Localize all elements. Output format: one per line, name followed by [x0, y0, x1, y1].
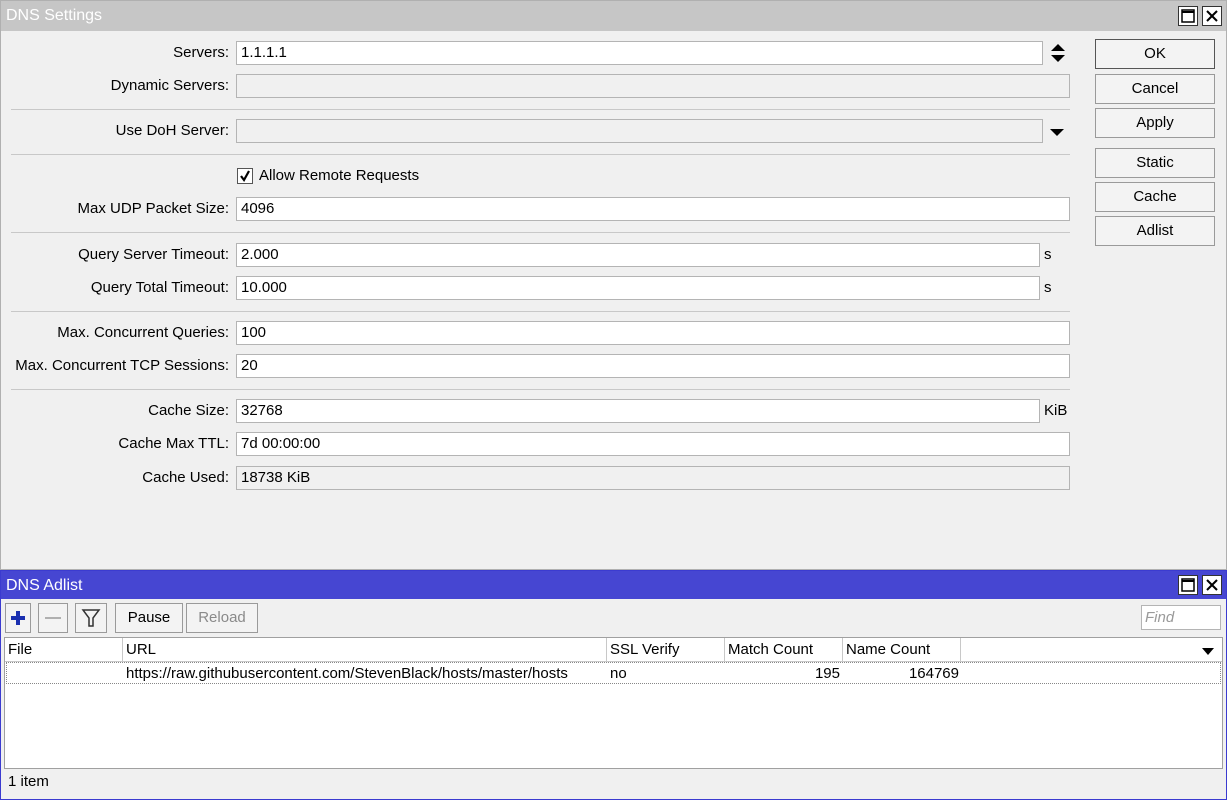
filter-icon — [81, 609, 101, 627]
remove-button[interactable] — [38, 603, 68, 633]
dynamic-servers-field — [236, 74, 1070, 98]
close-icon[interactable] — [1202, 575, 1222, 595]
maximize-icon[interactable] — [1178, 6, 1198, 26]
divider — [11, 311, 1070, 312]
cell-name-count: 164769 — [908, 665, 959, 682]
filter-button[interactable] — [75, 603, 107, 633]
window-title: DNS Settings — [6, 7, 103, 24]
divider — [11, 389, 1070, 390]
dns-settings-window: DNS Settings Servers: 1.1.1.1 Dynamic Se… — [0, 0, 1227, 570]
ok-button[interactable]: OK — [1095, 39, 1215, 69]
dropdown-arrow-icon[interactable] — [1049, 125, 1065, 137]
column-header-file[interactable]: File — [5, 638, 123, 662]
query-server-timeout-input[interactable]: 2.000 — [236, 243, 1040, 267]
query-server-timeout-unit: s — [1044, 246, 1052, 263]
cache-used-field: 18738 KiB — [236, 466, 1070, 490]
cache-button[interactable]: Cache — [1095, 182, 1215, 212]
max-concurrent-queries-label: Max. Concurrent Queries: — [57, 324, 229, 341]
query-total-timeout-input[interactable]: 10.000 — [236, 276, 1040, 300]
add-button[interactable] — [5, 603, 31, 633]
checkmark-icon — [240, 170, 250, 183]
column-dropdown-icon[interactable] — [1201, 644, 1215, 656]
max-concurrent-tcp-sessions-input[interactable]: 20 — [236, 354, 1070, 378]
dns-adlist-window: DNS Adlist Pause Reload Find File URL SS… — [0, 570, 1227, 800]
divider — [11, 109, 1070, 110]
max-concurrent-queries-input[interactable]: 100 — [236, 321, 1070, 345]
divider — [11, 154, 1070, 155]
allow-remote-requests-checkbox[interactable] — [237, 168, 253, 184]
find-input[interactable]: Find — [1141, 605, 1221, 630]
close-icon[interactable] — [1202, 6, 1222, 26]
servers-input[interactable]: 1.1.1.1 — [236, 41, 1043, 65]
maximize-icon[interactable] — [1178, 575, 1198, 595]
reload-button[interactable]: Reload — [186, 603, 258, 633]
static-button[interactable]: Static — [1095, 148, 1215, 178]
cell-url: https://raw.githubusercontent.com/Steven… — [126, 665, 568, 682]
cache-used-label: Cache Used: — [142, 469, 229, 486]
minus-icon — [45, 617, 61, 619]
cell-file — [5, 663, 123, 685]
cache-size-label: Cache Size: — [148, 402, 229, 419]
max-concurrent-tcp-sessions-label: Max. Concurrent TCP Sessions: — [15, 357, 229, 374]
cache-max-ttl-input[interactable]: 7d 00:00:00 — [236, 432, 1070, 456]
status-bar-count: 1 item — [8, 773, 49, 790]
apply-button[interactable]: Apply — [1095, 108, 1215, 138]
cancel-button[interactable]: Cancel — [1095, 74, 1215, 104]
use-doh-server-select[interactable] — [236, 119, 1043, 143]
dynamic-servers-label: Dynamic Servers: — [110, 77, 229, 94]
cache-size-unit: KiB — [1044, 402, 1068, 419]
column-header-match-count[interactable]: Match Count — [725, 638, 843, 662]
column-header-ssl-verify[interactable]: SSL Verify — [607, 638, 725, 662]
max-udp-packet-size-label: Max UDP Packet Size: — [77, 200, 229, 217]
cell-ssl-verify: no — [610, 665, 627, 682]
use-doh-server-label: Use DoH Server: — [115, 122, 229, 139]
max-udp-packet-size-input[interactable]: 4096 — [236, 197, 1070, 221]
column-header-name-count[interactable]: Name Count — [843, 638, 961, 662]
column-header-url[interactable]: URL — [123, 638, 607, 662]
cache-max-ttl-label: Cache Max TTL: — [118, 435, 229, 452]
servers-label: Servers: — [173, 44, 229, 61]
adlist-table: File URL SSL Verify Match Count Name Cou… — [4, 637, 1223, 769]
up-down-arrows-icon[interactable] — [1049, 42, 1067, 64]
cell-match-count: 195 — [814, 665, 840, 682]
window-title: DNS Adlist — [6, 577, 83, 594]
adlist-button[interactable]: Adlist — [1095, 216, 1215, 246]
pause-button[interactable]: Pause — [115, 603, 183, 633]
dns-adlist-titlebar: DNS Adlist — [1, 571, 1226, 599]
dns-settings-titlebar: DNS Settings — [1, 1, 1226, 31]
query-total-timeout-label: Query Total Timeout: — [90, 279, 229, 296]
cache-size-input[interactable]: 32768 — [236, 399, 1040, 423]
query-total-timeout-unit: s — [1044, 279, 1052, 296]
column-header-empty — [961, 638, 1222, 662]
divider — [11, 232, 1070, 233]
query-server-timeout-label: Query Server Timeout: — [78, 246, 229, 263]
plus-icon — [11, 611, 25, 625]
allow-remote-requests-label: Allow Remote Requests — [259, 167, 420, 184]
